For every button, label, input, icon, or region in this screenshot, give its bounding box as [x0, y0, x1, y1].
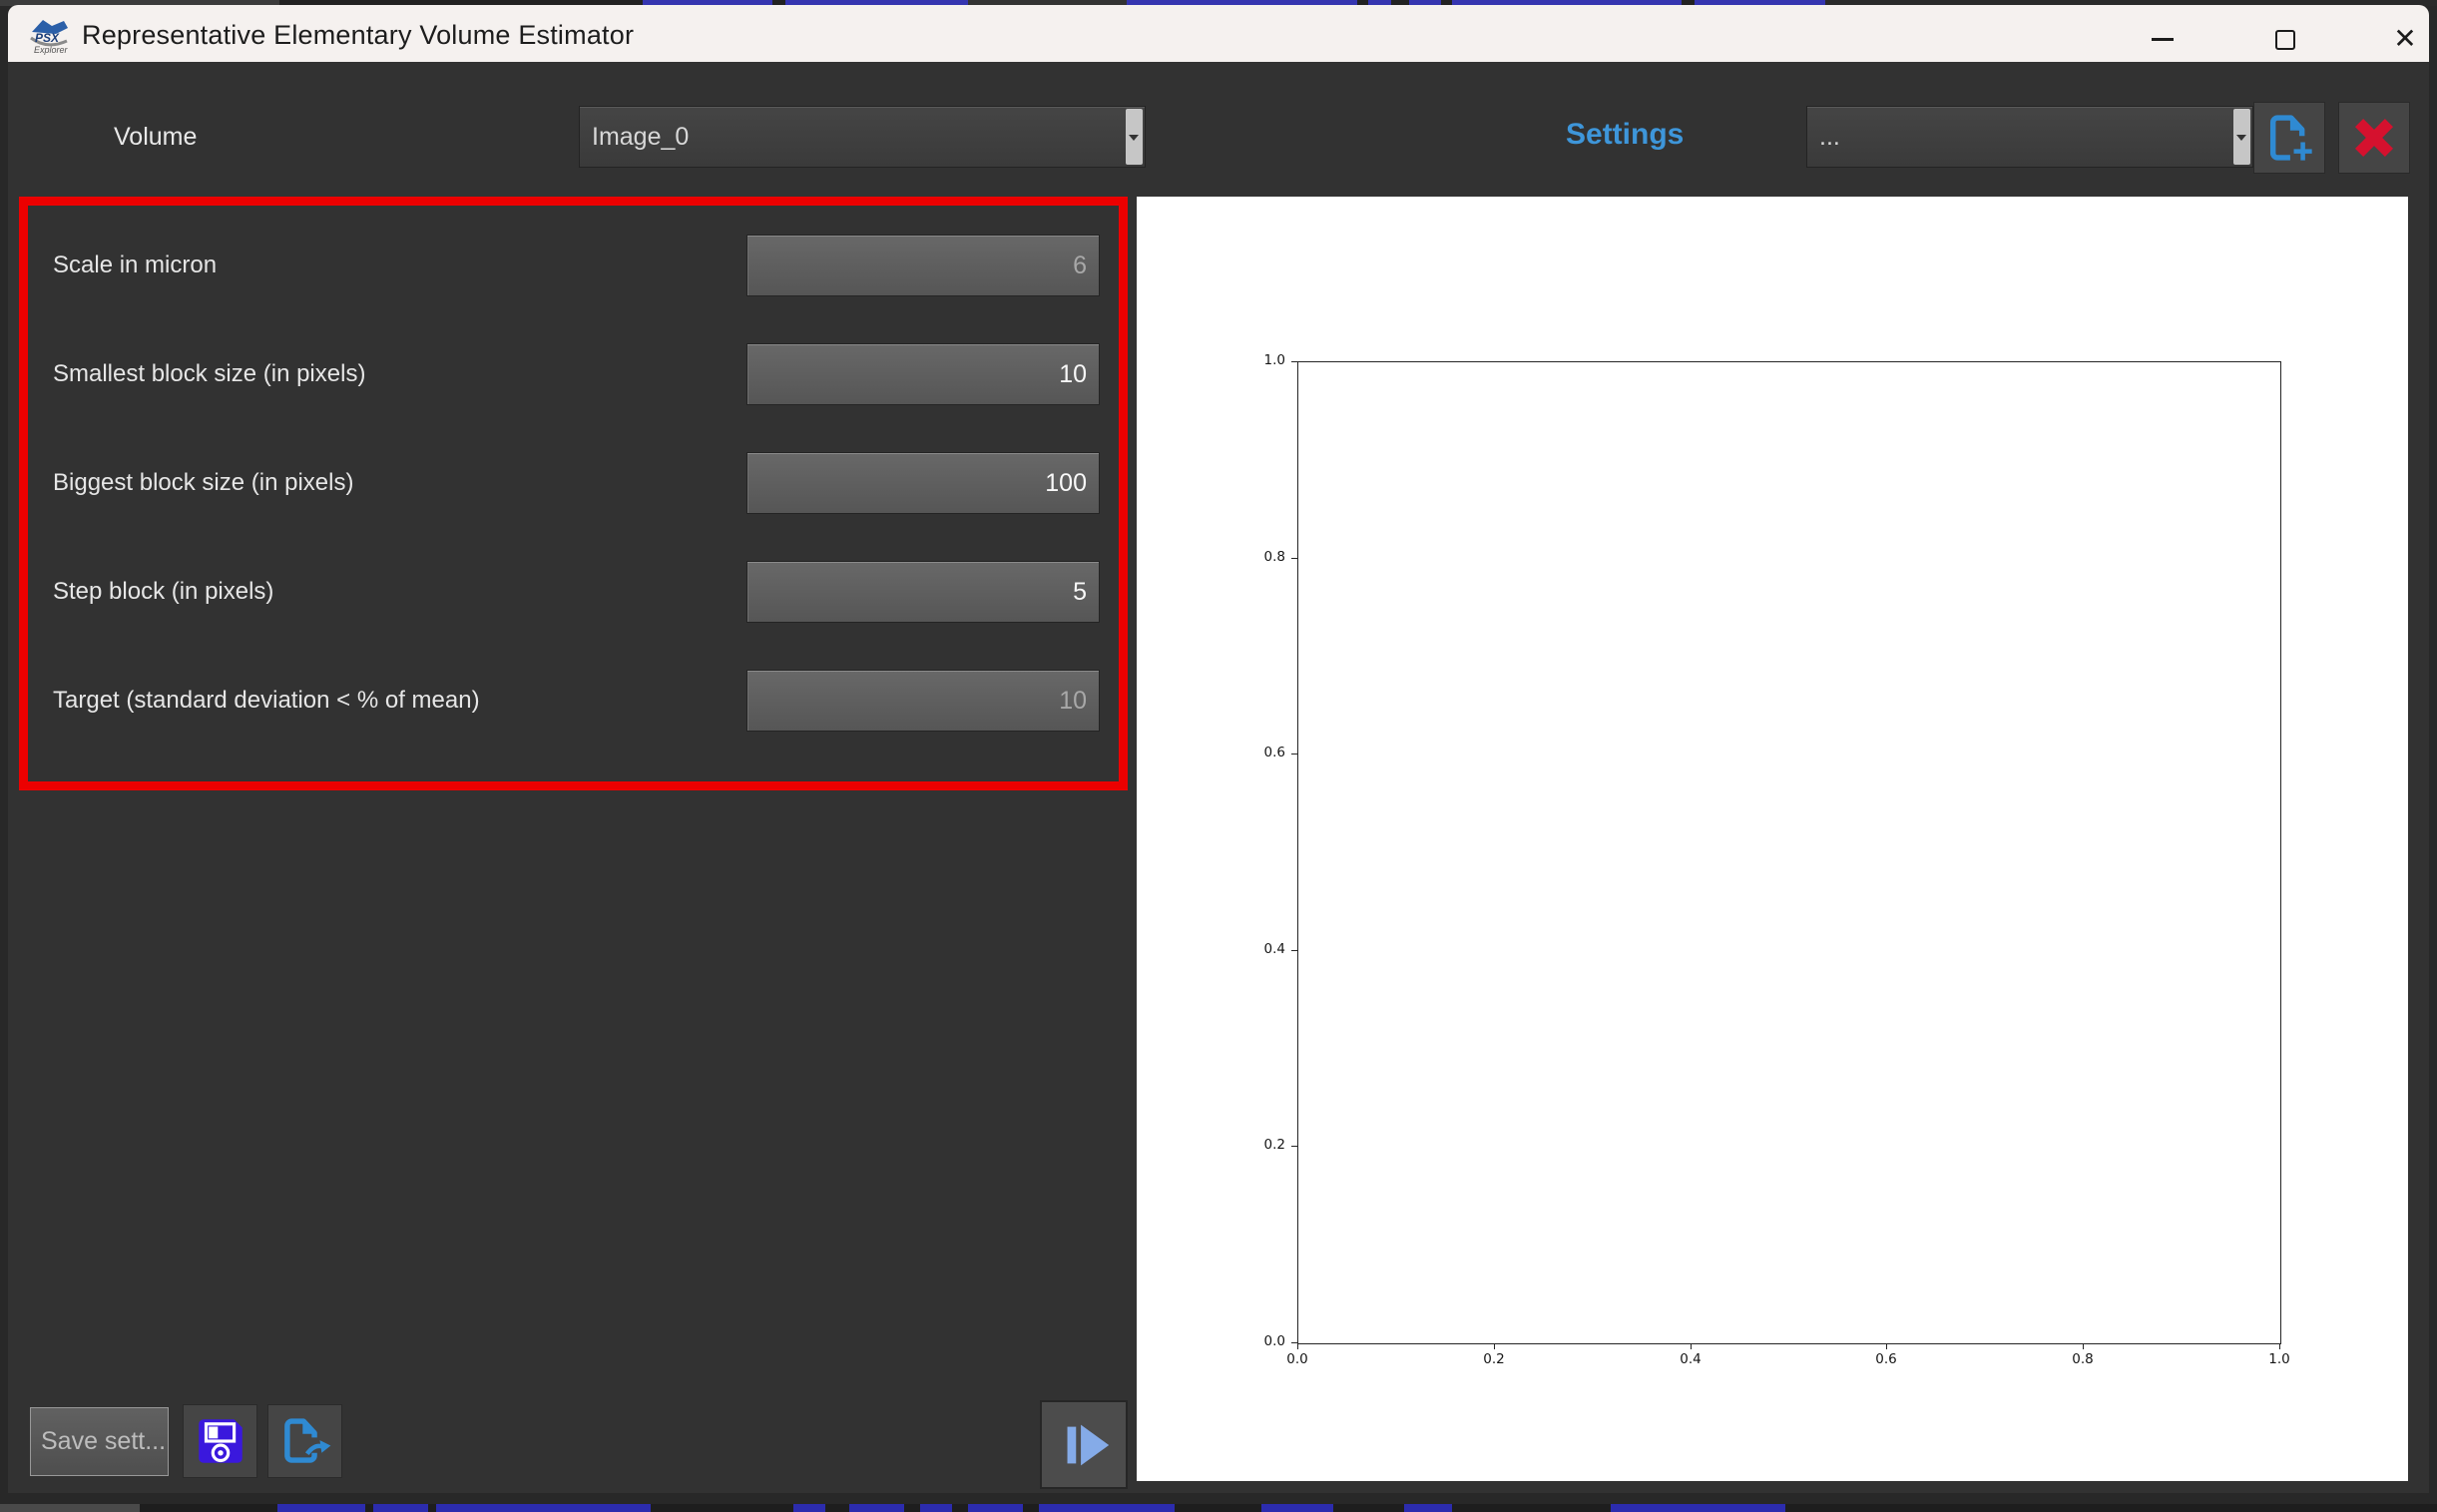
maximize-icon: [2275, 30, 2295, 50]
y-tick-label: 1.0: [1263, 352, 1285, 368]
x-tick: [2083, 1343, 2084, 1349]
volume-label: Volume: [114, 123, 198, 151]
x-tick: [1691, 1343, 1692, 1349]
field-label: Target (standard deviation < % of mean): [53, 687, 480, 714]
scale-in-micron-field: 6: [746, 235, 1100, 296]
rev-estimator-window: PSX Explorer Representative Elementary V…: [0, 0, 2437, 1512]
x-tick-label: 0.4: [1680, 1351, 1702, 1367]
delete-settings-button[interactable]: [2338, 102, 2410, 174]
red-x-icon: [2354, 118, 2394, 158]
background-window-bottom-strip: [0, 1504, 2437, 1512]
volume-dropdown[interactable]: Image_0: [579, 106, 1146, 168]
smallest-block-size-field[interactable]: 10: [746, 343, 1100, 405]
y-tick: [1291, 754, 1297, 755]
title-bar[interactable]: PSX Explorer Representative Elementary V…: [8, 5, 2429, 62]
y-tick: [1291, 1342, 1297, 1343]
y-tick: [1291, 950, 1297, 951]
y-tick: [1291, 558, 1297, 559]
x-tick-label: 0.2: [1483, 1351, 1505, 1367]
x-tick-label: 0.6: [1875, 1351, 1897, 1367]
floppy-disk-icon: [198, 1419, 243, 1463]
y-tick: [1291, 361, 1297, 362]
x-tick-label: 0.0: [1286, 1351, 1308, 1367]
y-tick-label: 0.2: [1263, 1137, 1285, 1153]
step-forward-icon: [1067, 1424, 1110, 1465]
y-tick-label: 0.0: [1263, 1333, 1285, 1349]
run-button[interactable]: [1040, 1400, 1128, 1489]
chevron-down-icon: [2236, 135, 2246, 141]
step-block-field[interactable]: 5: [746, 561, 1100, 623]
minimize-icon: [2152, 38, 2174, 41]
x-tick-label: 1.0: [2268, 1351, 2290, 1367]
field-label: Scale in micron: [53, 252, 218, 278]
chevron-down-icon: [1129, 135, 1139, 141]
x-tick: [1886, 1343, 1887, 1349]
x-tick: [1297, 1343, 1298, 1349]
y-tick-label: 0.8: [1263, 549, 1285, 565]
svg-text:PSX: PSX: [35, 31, 60, 45]
file-export-icon: [283, 1418, 330, 1463]
x-tick: [2279, 1343, 2280, 1349]
save-settings-button[interactable]: Save sett...: [30, 1407, 169, 1476]
save-to-disk-button[interactable]: [183, 1404, 257, 1478]
export-settings-button[interactable]: [267, 1404, 342, 1478]
settings-dropdown[interactable]: ...: [1806, 106, 2253, 168]
y-tick-label: 0.6: [1263, 745, 1285, 760]
new-settings-button[interactable]: [2253, 102, 2325, 174]
y-tick: [1291, 1146, 1297, 1147]
field-label: Step block (in pixels): [53, 578, 274, 605]
x-tick: [1494, 1343, 1495, 1349]
x-tick-label: 0.8: [2072, 1351, 2094, 1367]
volume-dropdown-value: Image_0: [592, 122, 690, 151]
app-icon: PSX Explorer: [30, 20, 69, 55]
settings-dropdown-value: ...: [1819, 122, 1840, 151]
settings-label: Settings: [1566, 118, 1685, 151]
close-button[interactable]: ✕: [2385, 19, 2425, 59]
file-plus-icon: [2269, 115, 2312, 161]
y-tick-label: 0.4: [1263, 941, 1285, 957]
target-std-dev-field: 10: [746, 670, 1100, 732]
field-label: Smallest block size (in pixels): [53, 360, 366, 387]
window-title: Representative Elementary Volume Estimat…: [82, 20, 635, 50]
biggest-block-size-field[interactable]: 100: [746, 452, 1100, 514]
plot-axes: [1297, 361, 2281, 1344]
svg-text:Explorer: Explorer: [34, 45, 69, 55]
field-label: Biggest block size (in pixels): [53, 469, 354, 496]
